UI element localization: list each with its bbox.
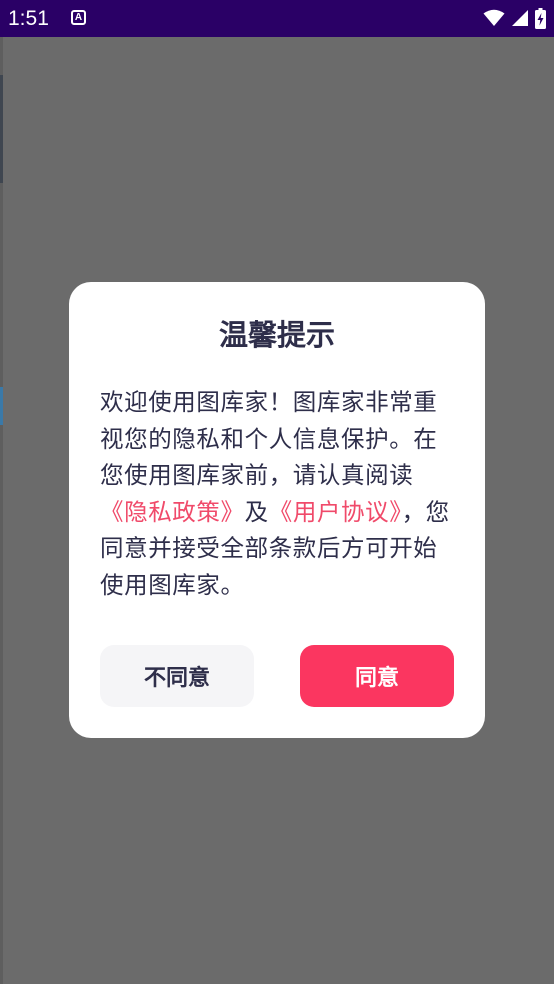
- status-icons: [483, 7, 546, 29]
- background-edge-blue: [0, 387, 3, 425]
- disagree-button[interactable]: 不同意: [100, 645, 254, 707]
- user-agreement-link[interactable]: 《用户协议》: [269, 498, 402, 526]
- background-edge: [0, 37, 3, 984]
- agree-button[interactable]: 同意: [300, 645, 454, 707]
- signal-icon: [512, 10, 528, 26]
- privacy-dialog: 温馨提示 欢迎使用图库家！图库家非常重视您的隐私和个人信息保护。在您使用图库家前…: [69, 282, 485, 738]
- background-edge-dark: [0, 75, 3, 183]
- wifi-icon: [483, 9, 505, 26]
- status-bar: 1:51 A: [0, 0, 554, 37]
- dialog-body-conjunction: 及: [244, 497, 269, 526]
- dialog-body: 欢迎使用图库家！图库家非常重视您的隐私和个人信息保护。在您使用图库家前，请认真阅…: [100, 384, 456, 603]
- notification-icon: A: [71, 10, 86, 25]
- privacy-policy-link[interactable]: 《隐私政策》: [100, 498, 245, 526]
- battery-charging-icon: [535, 7, 546, 29]
- status-time: 1:51: [8, 7, 49, 30]
- dialog-title: 温馨提示: [218, 318, 335, 352]
- dialog-body-intro: 欢迎使用图库家！图库家非常重视您的隐私和个人信息保护。在您使用图库家前，请认真阅…: [100, 388, 438, 489]
